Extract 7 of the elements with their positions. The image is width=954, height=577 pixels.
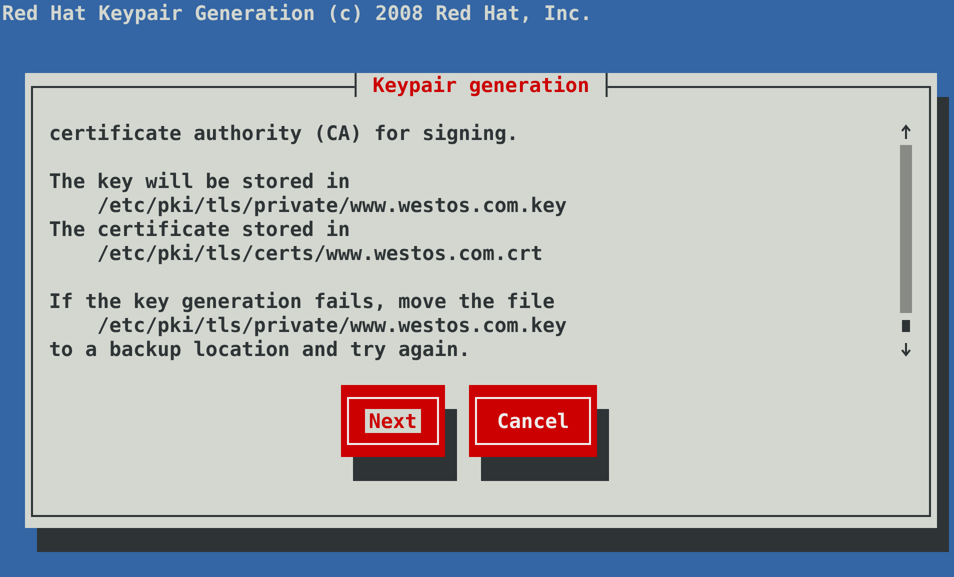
next-button[interactable]: Next <box>340 385 445 457</box>
cancel-button[interactable]: Cancel <box>468 385 598 457</box>
dialog-title: Keypair generation <box>354 73 608 97</box>
message-text: The key will be stored in /etc/pki/tls/private/www.westos.com.key The certificate stored in /etc/pki/tls/certs/www.westos.com.crt <box>49 169 567 265</box>
message-text: certificate authority (CA) for signing. <box>49 121 519 145</box>
message-text: If the key generation fails, move the file /etc/pki/tls/private/www.westos.com.key to a backup location and try again. <box>49 289 567 361</box>
screen-title: Red Hat Keypair Generation (c) 2008 Red Hat, Inc. <box>1 0 592 26</box>
